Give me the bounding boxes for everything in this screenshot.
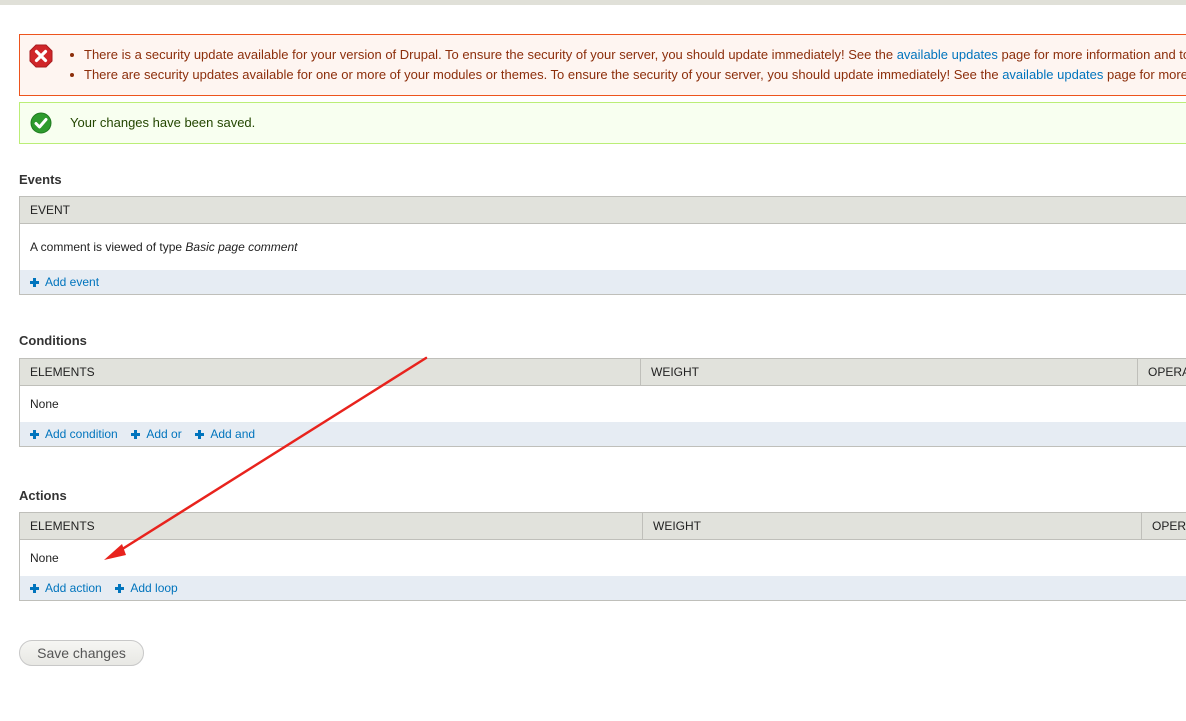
add-and-link[interactable]: Add and xyxy=(195,427,255,441)
events-title: Events xyxy=(19,172,62,187)
plus-icon xyxy=(115,584,125,593)
add-loop-link[interactable]: Add loop xyxy=(115,581,178,595)
table-row: None xyxy=(20,386,1186,422)
plus-icon xyxy=(195,430,205,439)
column-header-operations: OPER xyxy=(1141,513,1186,539)
add-condition-link[interactable]: Add condition xyxy=(30,427,118,441)
events-table-footer: Add event xyxy=(20,270,1186,294)
column-header-operations: OPERA xyxy=(1137,359,1186,385)
add-or-link[interactable]: Add or xyxy=(131,427,182,441)
conditions-table-footer: Add condition Add or Add and xyxy=(20,422,1186,446)
table-row: None xyxy=(20,540,1186,576)
plus-icon xyxy=(30,430,39,439)
column-header-elements: ELEMENTS xyxy=(30,519,95,533)
plus-icon xyxy=(30,278,39,287)
available-updates-link[interactable]: available updates xyxy=(1002,67,1103,82)
column-header-event: EVENT xyxy=(30,203,71,217)
conditions-table-header: ELEMENTS WEIGHT OPERA xyxy=(20,358,1186,386)
actions-table-header: ELEMENTS WEIGHT OPER xyxy=(20,512,1186,540)
actions-title: Actions xyxy=(19,488,67,503)
save-changes-button[interactable]: Save changes xyxy=(19,640,144,666)
table-row: A comment is viewed of type Basic page c… xyxy=(20,224,1186,270)
plus-icon xyxy=(30,584,39,593)
top-bar xyxy=(0,0,1186,5)
error-item: There are security updates available for… xyxy=(69,65,1186,85)
add-event-link[interactable]: Add event xyxy=(30,275,99,289)
plus-icon xyxy=(131,430,141,439)
conditions-title: Conditions xyxy=(19,333,87,348)
available-updates-link[interactable]: available updates xyxy=(897,47,998,62)
error-list: There is a security update available for… xyxy=(69,45,1186,85)
check-icon xyxy=(30,112,52,134)
events-table-header: EVENT xyxy=(20,196,1186,224)
status-message: Your changes have been saved. xyxy=(19,102,1186,144)
conditions-table: ELEMENTS WEIGHT OPERA None Add condition… xyxy=(19,358,1186,447)
column-header-weight: WEIGHT xyxy=(640,359,1137,385)
column-header-elements: ELEMENTS xyxy=(30,365,95,379)
error-icon xyxy=(29,44,53,68)
event-description: A comment is viewed of type Basic page c… xyxy=(30,240,298,254)
error-message: There is a security update available for… xyxy=(19,34,1186,96)
actions-table: ELEMENTS WEIGHT OPER None Add action Add… xyxy=(19,512,1186,601)
add-action-link[interactable]: Add action xyxy=(30,581,102,595)
status-text: Your changes have been saved. xyxy=(70,115,256,130)
column-header-weight: WEIGHT xyxy=(642,513,1141,539)
actions-empty: None xyxy=(30,551,59,565)
events-table: EVENT A comment is viewed of type Basic … xyxy=(19,196,1186,295)
error-item: There is a security update available for… xyxy=(69,45,1186,65)
conditions-empty: None xyxy=(30,397,59,411)
actions-table-footer: Add action Add loop xyxy=(20,576,1186,600)
